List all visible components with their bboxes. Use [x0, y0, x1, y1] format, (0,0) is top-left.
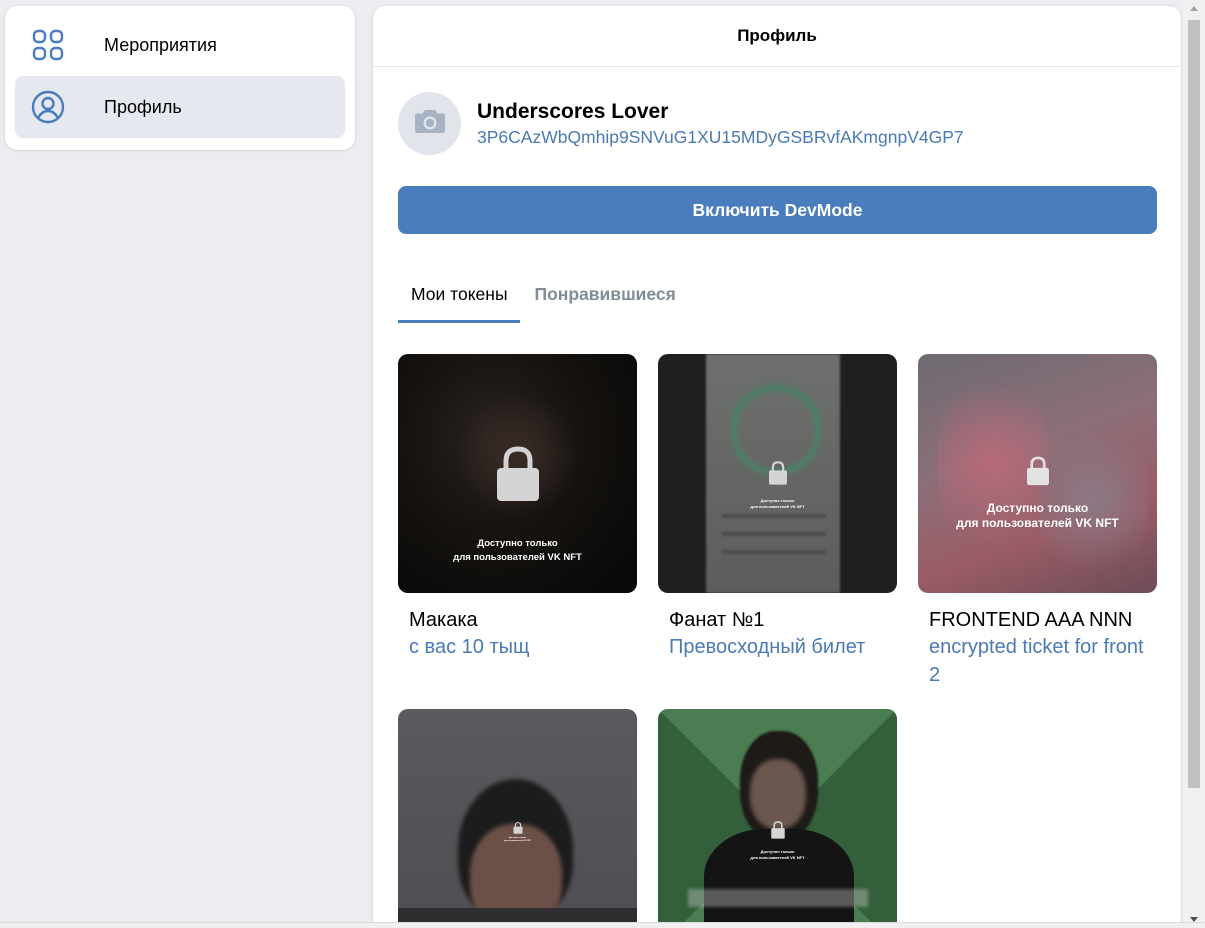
token-image[interactable]: Доступно только для пользователей VK NFT: [398, 709, 637, 928]
token-subtitle: Превосходный билет: [669, 636, 866, 658]
sidebar: Мероприятия Профиль: [5, 6, 355, 150]
lock-icon: [768, 461, 788, 490]
profile-info: Underscores Lover 3P6CAzWbQmhip9SNVuG1XU…: [398, 92, 964, 155]
sidebar-item-label: Профиль: [104, 96, 182, 117]
page-title: Профиль: [373, 6, 1181, 67]
lock-icon: [1026, 456, 1050, 491]
grid-icon: [31, 28, 65, 62]
tabs: Мои токены Понравившиеся: [398, 270, 688, 324]
token-title: FRONTEND AAA NNN: [929, 609, 1133, 631]
profile-name: Underscores Lover: [477, 99, 669, 123]
token-card[interactable]: Доступно только для пользователей VK NFT: [658, 709, 897, 928]
locked-text-line: для пользователей VK NFT: [750, 504, 805, 509]
scrollbar-thumb[interactable]: [1188, 20, 1200, 788]
horizontal-scrollbar: [0, 922, 1205, 928]
tab-liked[interactable]: Понравившиеся: [522, 270, 688, 323]
sidebar-item-profile[interactable]: Профиль: [15, 76, 345, 138]
locked-text-line: для пользователей VK NFT: [750, 855, 805, 860]
camera-icon: [414, 108, 446, 139]
lock-icon: [770, 821, 785, 844]
token-card[interactable]: Доступно только для пользователей VK NFT…: [658, 354, 897, 661]
token-card[interactable]: Доступно только для пользователей VK NFT…: [398, 354, 637, 661]
enable-devmode-button[interactable]: Включить DevMode: [398, 186, 1157, 234]
tab-my-tokens[interactable]: Мои токены: [398, 270, 520, 323]
locked-text-line: для пользователей VK NFT: [956, 516, 1119, 530]
token-title: Макака: [409, 609, 478, 631]
token-title: Фанат №1: [669, 609, 765, 631]
locked-text-line: Доступно только: [477, 538, 558, 549]
scroll-up-icon[interactable]: [1190, 6, 1198, 11]
token-image[interactable]: Доступно только для пользователей VK NFT: [658, 709, 897, 928]
wallet-address[interactable]: 3P6CAzWbQmhip9SNVuG1XU15MDyGSBRvfAKmgnpV…: [477, 125, 964, 149]
token-image[interactable]: Доступно только для пользователей VK NFT: [918, 354, 1157, 593]
scrollbar[interactable]: [1183, 0, 1205, 928]
locked-text-line: для пользователей VK NFT: [503, 840, 532, 842]
token-subtitle: с вас 10 тыщ: [409, 636, 530, 658]
token-image[interactable]: Доступно только для пользователей VK NFT: [658, 354, 897, 593]
token-subtitle: encrypted ticket for front 2: [929, 636, 1144, 686]
token-card[interactable]: Доступно только для пользователей VK NFT…: [918, 354, 1157, 689]
locked-text-line: для пользователей VK NFT: [453, 552, 582, 563]
sidebar-item-events[interactable]: Мероприятия: [15, 14, 345, 76]
user-circle-icon: [31, 90, 65, 124]
sidebar-item-label: Мероприятия: [104, 34, 217, 55]
token-card[interactable]: Доступно только для пользователей VK NFT: [398, 709, 637, 928]
lock-icon: [495, 446, 541, 507]
avatar[interactable]: [398, 92, 461, 155]
token-image[interactable]: Доступно только для пользователей VK NFT: [398, 354, 637, 593]
main-panel: Профиль Underscores Lover 3P6CAzWbQmhip9…: [373, 6, 1181, 928]
locked-text-line: Доступно только: [986, 501, 1089, 515]
